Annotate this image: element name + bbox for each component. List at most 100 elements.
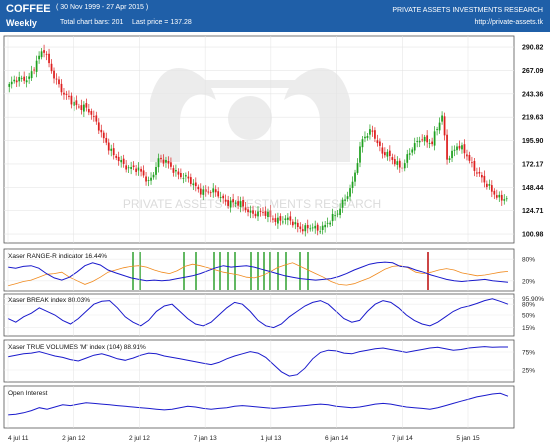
chart-area: PRIVATE ASSETS INVESTMENTS RESEARCH 290.… [3,35,544,442]
chart-header: COFFEE Weekly ( 30 Nov 1999 - 27 Apr 201… [0,0,550,32]
watermark-logo [150,68,350,162]
open-interest-label: Open Interest [8,390,48,397]
candle-body [182,177,185,179]
price-tick-label: 172.17 [522,161,544,168]
time-tick-label: 4 jul 11 [8,435,29,442]
candle-body [184,175,187,177]
range-r-tick-label: 80% [522,257,535,264]
candle-body [78,106,80,108]
candle-body [192,183,195,186]
true-volumes-tick-label: 25% [522,368,535,375]
candle-body [252,210,254,214]
candle-body [388,150,391,157]
candle-body [214,189,217,193]
candle-body [431,141,433,145]
candle-body [272,218,274,220]
candle-body [418,140,421,143]
candle-body [132,165,135,168]
range-r-axis: 80% 20% [522,257,535,286]
candle-body [262,211,264,213]
candle-body [324,224,327,228]
range-r-label: Xaser RANGE-R indicator 16.44% [8,253,107,260]
candle-body [125,165,128,170]
candle-body [95,115,98,122]
candle-body [463,144,466,154]
candle-body [18,77,21,82]
candle-body [326,222,329,224]
candle-body [443,116,446,136]
candle-body [13,79,16,82]
candle-body [306,224,309,229]
site-url[interactable]: http://private-assets.tk [475,19,543,26]
candle-body [294,222,297,225]
candle-body [311,227,314,229]
candle-body [147,180,150,181]
price-tick-label: 267.09 [522,68,544,75]
candle-body [100,129,103,133]
candle-body [267,211,269,218]
candle-body [162,159,165,164]
candle-body [40,51,43,58]
candle-body [33,69,35,71]
candle-body [296,222,299,228]
candle-body [102,132,105,139]
candle-body [140,168,142,172]
candle-body [386,151,389,157]
candle-body [349,188,351,197]
candle-body [157,158,160,168]
candle-body [232,199,234,203]
candle-body [20,77,23,79]
candle-body [291,221,294,226]
candle-body [45,53,48,55]
candle-body [142,170,145,176]
candle-body [150,177,152,181]
candle-body [264,211,267,216]
candle-body [423,136,426,142]
break-index-tick-label: 15% [522,325,535,332]
candle-body [239,201,242,207]
candle-body [257,211,259,217]
candle-body [341,199,344,208]
candle-body [199,188,202,195]
price-tick-label: 148.44 [522,185,544,192]
candle-body [366,135,369,138]
candle-body [202,189,205,195]
candle-body [28,76,31,79]
candle-body [284,218,287,221]
candle-body [473,160,476,171]
price-tick-label: 100.98 [522,232,544,239]
candle-body [446,134,448,160]
candle-body [451,150,453,159]
candle-body [426,135,429,143]
candle-body [189,177,192,184]
time-tick-label: 5 jan 15 [456,435,480,442]
candle-body [65,93,68,95]
price-tick-label: 290.82 [522,45,544,52]
candle-body [209,192,212,194]
candle-body [376,140,379,144]
candle-body [448,158,451,160]
candle-body [172,168,175,173]
break-index-axis: 95.90%80%50%15% [522,296,544,332]
candle-body [43,50,45,53]
candle-body [286,217,289,220]
time-tick-label: 1 jul 13 [260,435,281,442]
candle-body [35,60,38,72]
candle-body [393,159,396,165]
time-tick-label: 6 jan 14 [325,435,349,442]
candle-body [63,92,65,95]
price-axis: 290.82 267.09 243.36 219.63 195.90 172.17 148.… [522,45,544,239]
candle-body [441,115,443,122]
candle-body [135,168,137,172]
candle-body [97,122,100,131]
candle-body [107,142,110,151]
candle-body [379,141,381,146]
candle-body [177,171,180,175]
candle-body [339,208,341,215]
candle-body [249,210,252,213]
candle-body [433,131,436,146]
candle-body [428,143,431,144]
break-index-label: Xaser BREAK index 80.03% [8,297,90,304]
break-index-tick-label: 80% [522,302,535,309]
candle-body [277,217,279,224]
